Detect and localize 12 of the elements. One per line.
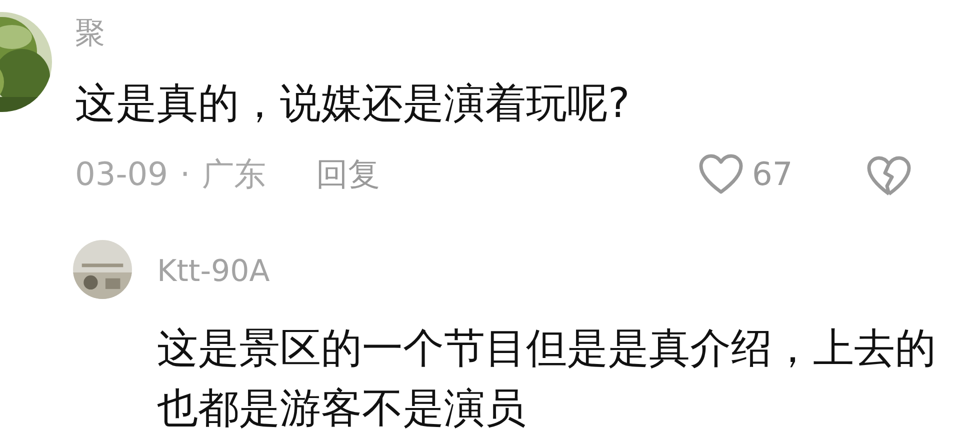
dislike-button[interactable]: [866, 155, 912, 197]
username: Ktt-90A: [157, 253, 270, 291]
comment-date: 03-09: [75, 154, 168, 195]
username: 聚: [75, 15, 105, 53]
comment-location: 广东: [202, 154, 266, 195]
comment-text: 这是真的，说媒还是演着玩呢?: [75, 78, 630, 129]
separator: ·: [180, 154, 190, 195]
heart-icon: [698, 153, 744, 195]
reply-text: 这是景区的一个节目但是是真介绍，上去的也都是游客不是演员: [157, 323, 937, 434]
reply-button[interactable]: 回复: [316, 152, 380, 196]
like-button[interactable]: 67: [698, 152, 793, 196]
broken-heart-icon: [866, 155, 912, 197]
